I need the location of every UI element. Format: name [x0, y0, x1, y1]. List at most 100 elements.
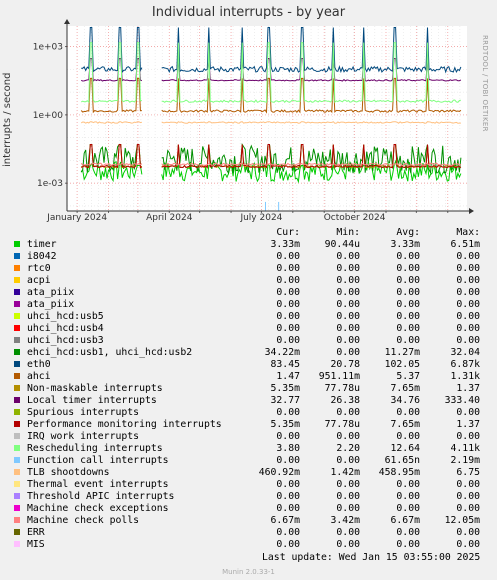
legend-avg-value: 0.00: [396, 539, 420, 550]
legend-row: Machine check exceptions 0.00 0.00 0.00 0.00: [10, 503, 480, 515]
legend-series-name: ata_piix: [27, 287, 75, 298]
legend-avg-value: 102.05: [384, 359, 420, 370]
legend-row: rtc0 0.00 0.00 0.00 0.00: [10, 263, 480, 275]
legend-max-value: 1.31k: [450, 371, 481, 382]
legend-series-name: uhci_hcd:usb4: [27, 323, 104, 334]
legend-max-value: 0.00: [456, 299, 480, 310]
legend-series-name: Non-maskable interrupts: [27, 383, 163, 394]
legend-min-value: 0.00: [336, 527, 360, 538]
legend-series-name: Local timer interrupts: [27, 395, 157, 406]
legend-avg-value: 0.00: [396, 491, 420, 502]
legend-avg-value: 0.00: [396, 335, 420, 346]
legend-max-value: 32.04: [450, 347, 481, 358]
munin-version: Munin 2.0.33-1: [222, 568, 275, 576]
legend-avg-value: 6.67m: [390, 515, 421, 526]
legend-table: Cur: Min: Avg: Max: timer 3.33m 90.44u 3.33…: [10, 227, 480, 551]
legend-avg-value: 0.00: [396, 323, 420, 334]
chart-plot: 1e-03 1e+00 1e+03 January 2024 April 2024 Jul…: [33, 19, 474, 223]
legend-swatch: [14, 493, 20, 499]
legend-row: Thermal event interrupts 0.00 0.00 0.00 0.00: [10, 479, 480, 491]
header-cur: Cur:: [276, 227, 300, 238]
legend-row: Local timer interrupts 32.77 26.38 34.76 333…: [10, 395, 480, 407]
legend-avg-value: 0.00: [396, 503, 420, 514]
legend-swatch: [14, 265, 20, 271]
legend-max-value: 0.00: [456, 503, 480, 514]
header-avg: Avg:: [396, 227, 420, 238]
x-tick-label: April 2024: [146, 213, 193, 223]
legend-series-name: TLB shootdowns: [27, 467, 110, 478]
legend-cur-value: 0.00: [276, 455, 300, 466]
legend-cur-value: 0.00: [276, 251, 300, 262]
legend-cur-value: 0.00: [276, 431, 300, 442]
legend-max-value: 0.00: [456, 311, 480, 322]
legend-max-value: 0.00: [456, 539, 480, 550]
legend-min-value: 2.20: [336, 443, 360, 454]
y-tick-label: 1e+00: [33, 111, 64, 121]
last-update-value: Wed Jan 15 03:55:00 2025: [338, 552, 481, 563]
legend-avg-value: 3.33m: [390, 239, 421, 250]
legend-min-value: 0.00: [336, 491, 360, 502]
legend-swatch: [14, 409, 20, 415]
legend-avg-value: 0.00: [396, 263, 420, 274]
legend-swatch: [14, 361, 20, 367]
legend-cur-value: 0.00: [276, 527, 300, 538]
legend-row: Spurious interrupts 0.00 0.00 0.00 0.00: [10, 407, 480, 419]
legend-min-value: 26.38: [330, 395, 361, 406]
legend-cur-value: 0.00: [276, 263, 300, 274]
legend-max-value: 0.00: [456, 251, 480, 262]
legend-header-row: Cur: Min: Avg: Max:: [10, 227, 480, 239]
legend-row: uhci_hcd:usb5 0.00 0.00 0.00 0.00: [10, 311, 480, 323]
legend-cur-value: 3.80: [276, 443, 300, 454]
legend-cur-value: 0.00: [276, 275, 300, 286]
legend-series-name: ahci: [27, 371, 51, 382]
legend-series-name: ERR: [27, 527, 45, 538]
legend-avg-value: 7.65m: [390, 419, 421, 430]
legend-avg-value: 7.65m: [390, 383, 421, 394]
legend-row: ehci_hcd:usb1, uhci_hcd:usb2 34.22m 0.00 11…: [10, 347, 480, 359]
legend-row: eth0 83.45 20.78 102.05 6.87k: [10, 359, 480, 371]
legend-swatch: [14, 337, 20, 343]
legend-avg-value: 458.95m: [378, 467, 420, 478]
legend-avg-value: 0.00: [396, 407, 420, 418]
legend-row: Function call interrupts 0.00 0.00 61.65n 2.…: [10, 455, 480, 467]
legend-series-name: uhci_hcd:usb5: [27, 311, 104, 322]
legend-max-value: 4.11k: [450, 443, 481, 454]
legend-swatch: [14, 529, 20, 535]
legend-min-value: 3.42m: [330, 515, 361, 526]
legend-cur-value: 0.00: [276, 479, 300, 490]
legend-row: IRQ work interrupts 0.00 0.00 0.00 0.00: [10, 431, 480, 443]
legend-cur-value: 0.00: [276, 539, 300, 550]
munin-graph: Individual interrupts - by year RRDTOOL …: [0, 0, 497, 580]
legend-swatch: [14, 445, 20, 451]
legend-min-value: 0.00: [336, 347, 360, 358]
x-tick-label: October 2024: [324, 213, 386, 223]
legend-avg-value: 0.00: [396, 311, 420, 322]
legend-min-value: 0.00: [336, 539, 360, 550]
legend-row: Rescheduling interrupts 3.80 2.20 12.64 4.11…: [10, 443, 480, 455]
legend-swatch: [14, 517, 20, 523]
legend-max-value: 1.37: [456, 383, 480, 394]
legend-row: i8042 0.00 0.00 0.00 0.00: [10, 251, 480, 263]
legend-max-value: 6.75: [456, 467, 480, 478]
legend-max-value: 0.00: [456, 287, 480, 298]
legend-swatch: [14, 469, 20, 475]
legend-avg-value: 12.64: [390, 443, 421, 454]
legend-swatch: [14, 421, 20, 427]
legend-avg-value: 0.00: [396, 299, 420, 310]
legend-min-value: 77.78u: [324, 419, 360, 430]
legend-row: timer 3.33m 90.44u 3.33m 6.51m: [10, 239, 480, 251]
legend-row: acpi 0.00 0.00 0.00 0.00: [10, 275, 480, 287]
legend-swatch: [14, 241, 20, 247]
legend-max-value: 2.19m: [450, 455, 481, 466]
legend-cur-value: 0.00: [276, 491, 300, 502]
legend-series-name: i8042: [27, 251, 57, 262]
legend-swatch: [14, 385, 20, 391]
legend-cur-value: 6.67m: [270, 515, 301, 526]
legend-min-value: 0.00: [336, 503, 360, 514]
legend-max-value: 0.00: [456, 479, 480, 490]
legend-avg-value: 5.37: [396, 371, 420, 382]
legend-series-name: IRQ work interrupts: [27, 431, 140, 442]
legend-max-value: 0.00: [456, 527, 480, 538]
legend-series-name: ehci_hcd:usb1, uhci_hcd:usb2: [27, 347, 193, 358]
legend-min-value: 0.00: [336, 407, 360, 418]
